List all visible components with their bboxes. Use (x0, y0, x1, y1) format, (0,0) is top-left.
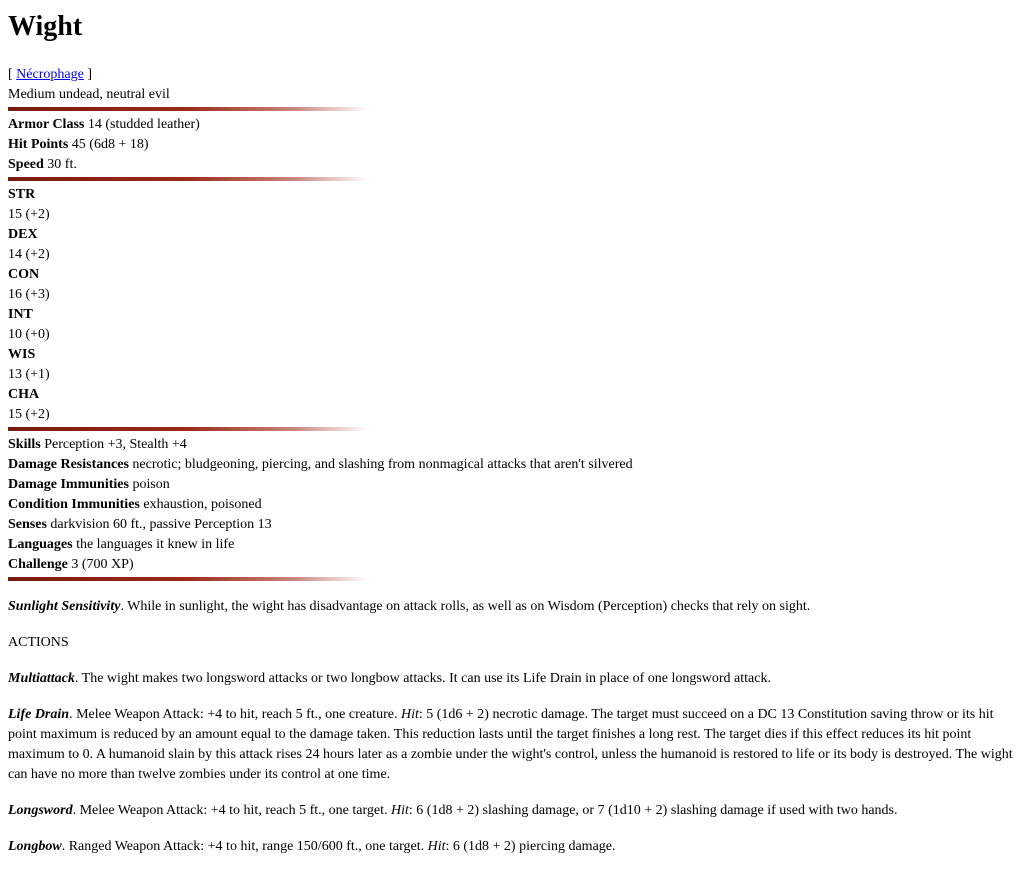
hit-points-value: 45 (6d8 + 18) (71, 137, 149, 152)
category-link[interactable]: Nécrophage (16, 67, 84, 82)
trait-value: exhaustion, poisoned (143, 497, 262, 512)
trait-label: Condition Immunities (8, 497, 140, 512)
ability-score: 14 (+2) (8, 247, 50, 262)
special-trait-text: . While in sunlight, the wight has disad… (120, 599, 811, 614)
armor-class-line: Armor Class 14 (studded leather) (8, 115, 1016, 135)
traits-section: Skills Perception +3, Stealth +4 Damage … (8, 435, 1016, 575)
trait-label: Senses (8, 517, 47, 532)
ability-scores: STR 15 (+2) DEX 14 (+2) CON 16 (+3) INT 10 (… (8, 185, 1016, 425)
action-text: . The wight makes two longsword attacks … (74, 671, 771, 686)
trait-value: Perception +3, Stealth +4 (44, 437, 187, 452)
action-name: Multiattack (8, 671, 75, 686)
action-text: . Melee Weapon Attack: +4 to hit, reach … (72, 803, 392, 818)
creature-meta: [ Nécrophage ] Medium undead, neutral ev… (8, 65, 1016, 105)
action-entry: Longsword. Melee Weapon Attack: +4 to hi… (8, 801, 1016, 821)
trait-label: Damage Resistances (8, 457, 129, 472)
hit-label: Hit (400, 707, 419, 722)
hit-points-line: Hit Points 45 (6d8 + 18) (8, 135, 1016, 155)
trait-line: Languages the languages it knew in life (8, 535, 1016, 555)
tag-bracket-close: ] (83, 67, 92, 82)
speed-value: 30 ft. (47, 157, 77, 172)
trait-value: the languages it knew in life (76, 537, 235, 552)
speed-label: Speed (8, 157, 44, 172)
trait-value: poison (132, 477, 170, 492)
hit-label: Hit (427, 839, 446, 854)
action-text: . Ranged Weapon Attack: +4 to hit, range… (61, 839, 428, 854)
actions-heading: ACTIONS (8, 635, 69, 650)
action-hit-text: : 6 (1d8 + 2) slashing damage, or 7 (1d1… (408, 803, 898, 818)
page-title: Wight (8, 11, 83, 42)
special-trait-name: Sunlight Sensitivity (8, 599, 121, 614)
trait-line: Skills Perception +3, Stealth +4 (8, 435, 1016, 455)
action-entry: Longbow. Ranged Weapon Attack: +4 to hit… (8, 837, 1016, 857)
action-text: . Melee Weapon Attack: +4 to hit, reach … (69, 707, 401, 722)
trait-label: Damage Immunities (8, 477, 129, 492)
hit-points-label: Hit Points (8, 137, 69, 152)
trait-value: 3 (700 XP) (71, 557, 134, 572)
trait-line: Damage Resistances necrotic; bludgeoning… (8, 455, 1016, 475)
action-name: Life Drain (8, 707, 70, 722)
stat-block-page: Wight [ Nécrophage ] Medium undead, neut… (0, 0, 1024, 857)
section-divider (8, 107, 368, 111)
trait-label: Challenge (8, 557, 68, 572)
ability-name: DEX (8, 227, 38, 242)
speed-line: Speed 30 ft. (8, 155, 1016, 175)
section-divider (8, 427, 368, 431)
trait-line: Senses darkvision 60 ft., passive Percep… (8, 515, 1016, 535)
trait-value: necrotic; bludgeoning, piercing, and sla… (132, 457, 633, 472)
ability-score: 15 (+2) (8, 407, 50, 422)
trait-label: Languages (8, 537, 73, 552)
trait-line: Challenge 3 (700 XP) (8, 555, 1016, 575)
armor-class-value: 14 (studded leather) (87, 117, 200, 132)
special-trait: Sunlight Sensitivity. While in sunlight,… (8, 597, 1016, 617)
defense-section: Armor Class 14 (studded leather) Hit Poi… (8, 115, 1016, 175)
type-line: Medium undead, neutral evil (8, 87, 170, 102)
trait-value: darkvision 60 ft., passive Perception 13 (50, 517, 272, 532)
ability-name: STR (8, 187, 36, 202)
tag-bracket-open: [ (8, 67, 17, 82)
hit-label: Hit (391, 803, 409, 818)
ability-score: 16 (+3) (8, 287, 50, 302)
action-entry: Life Drain. Melee Weapon Attack: +4 to h… (8, 705, 1016, 785)
trait-label: Skills (8, 437, 41, 452)
ability-name: CHA (8, 387, 40, 402)
ability-name: CON (8, 267, 40, 282)
ability-score: 10 (+0) (8, 327, 50, 342)
ability-name: WIS (8, 347, 36, 362)
action-name: Longsword (8, 803, 73, 818)
trait-line: Condition Immunities exhaustion, poisone… (8, 495, 1016, 515)
section-divider (8, 577, 368, 581)
trait-line: Damage Immunities poison (8, 475, 1016, 495)
section-divider (8, 177, 368, 181)
ability-score: 15 (+2) (8, 207, 50, 222)
ability-score: 13 (+1) (8, 367, 50, 382)
action-name: Longbow (8, 839, 62, 854)
category-tag: [ Nécrophage ] (8, 65, 1016, 85)
action-hit-text: : 6 (1d8 + 2) piercing damage. (445, 839, 616, 854)
armor-class-label: Armor Class (8, 117, 85, 132)
action-entry: Multiattack. The wight makes two longswo… (8, 669, 1016, 689)
ability-name: INT (8, 307, 33, 322)
